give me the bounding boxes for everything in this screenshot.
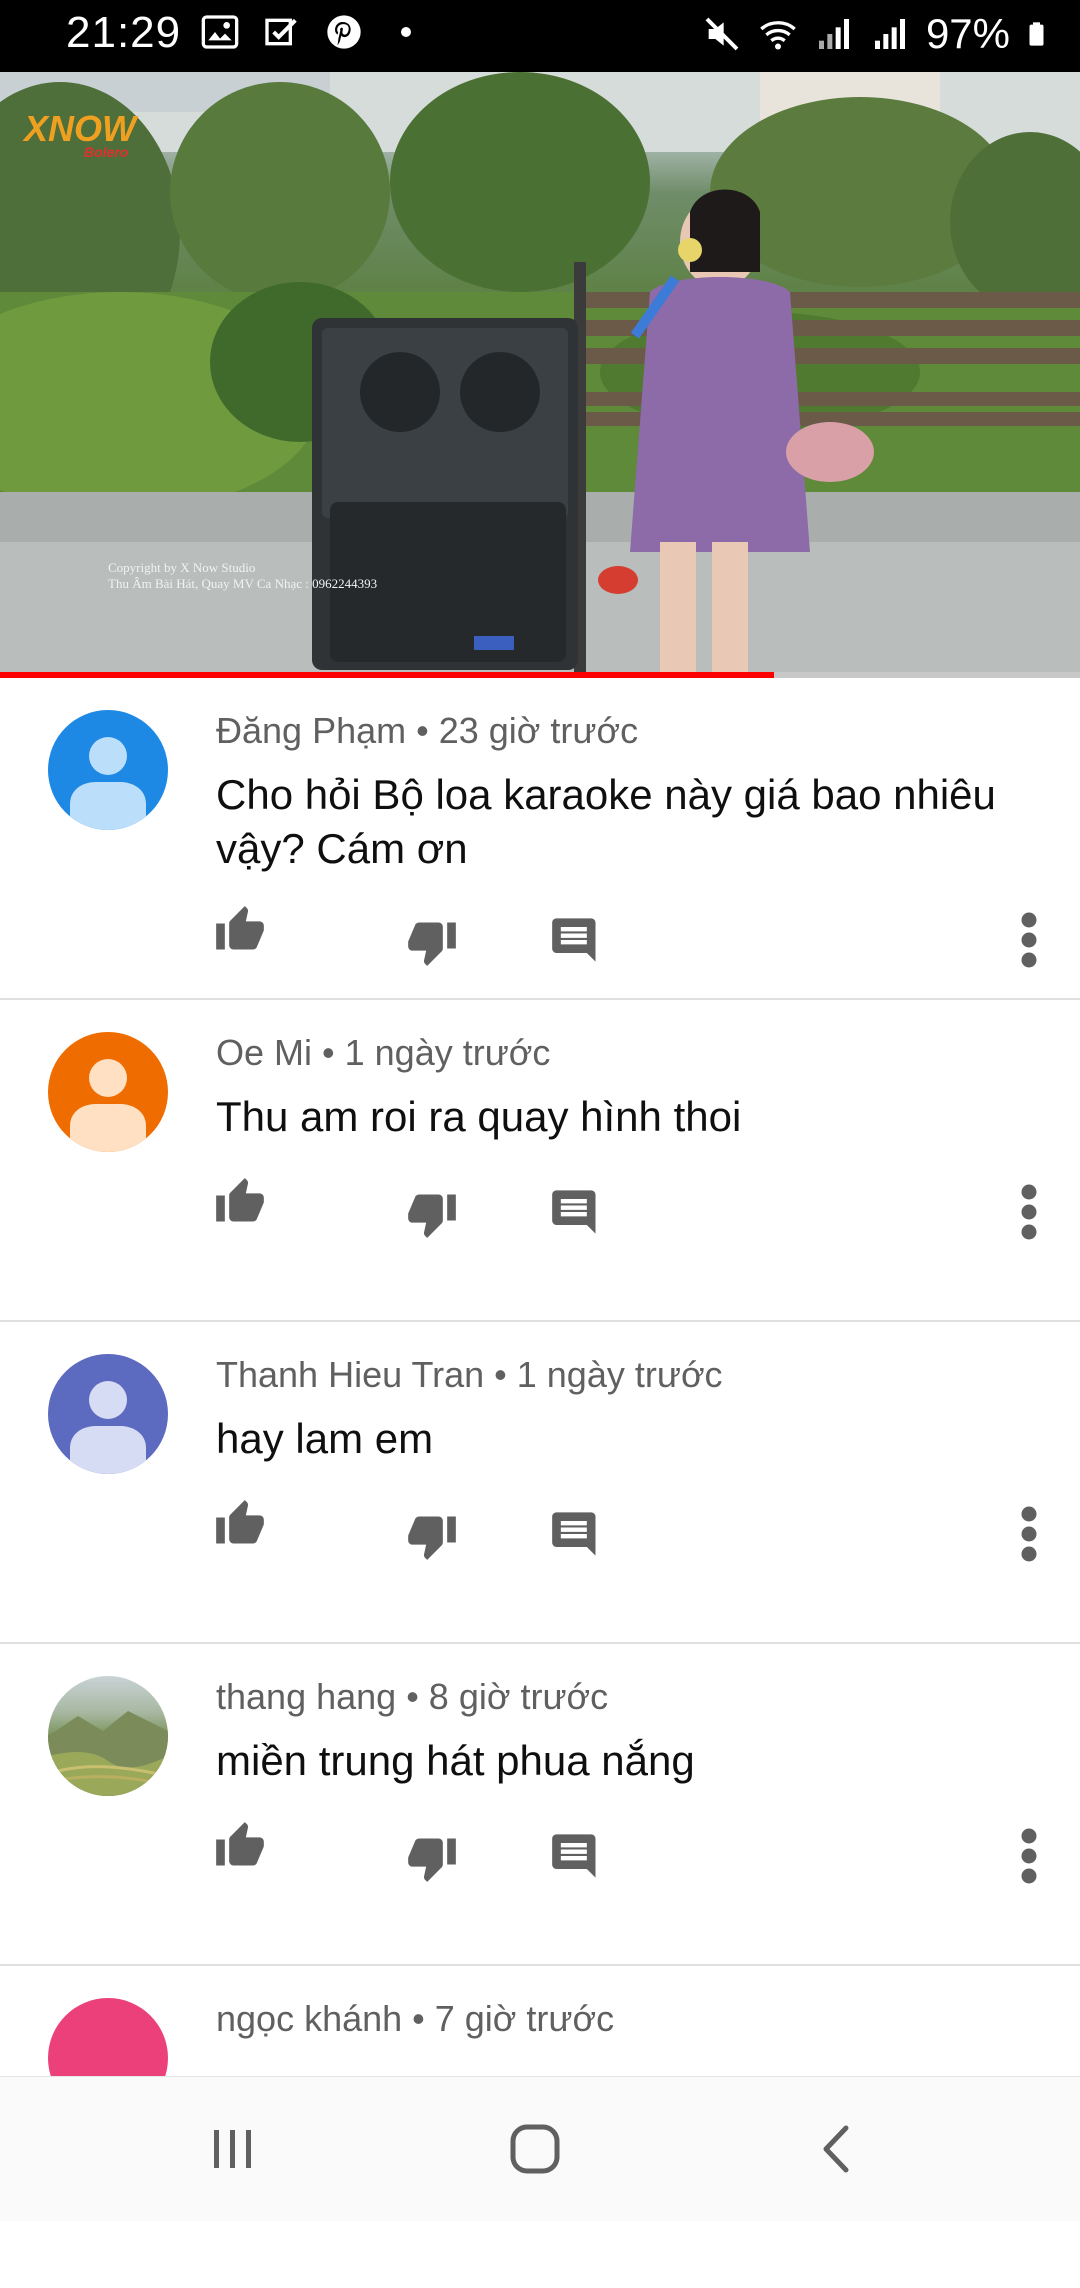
channel-logo-sub: Bolero [84, 144, 129, 160]
comment-text: hay lam em [216, 1415, 434, 1462]
status-bar: 21:29 97% [0, 0, 1080, 72]
dislike-button[interactable] [402, 912, 462, 972]
comment-meta: ngọc khánh • 7 giờ trước [216, 1998, 614, 2040]
thumb-down-icon [408, 1194, 456, 1238]
home-button[interactable] [500, 2117, 570, 2181]
person-icon [70, 1381, 146, 1474]
comment-time: 23 giờ trước [438, 710, 639, 751]
like-button[interactable] [210, 900, 270, 960]
battery-percent: 97% [925, 10, 1010, 57]
recents-icon [214, 2130, 251, 2168]
thumb-down-icon [408, 1516, 456, 1560]
comment-text: Thu am roi ra quay hình thoi [216, 1093, 742, 1140]
comment-actions [0, 1172, 1080, 1252]
more-options-icon[interactable] [1016, 1826, 1042, 1886]
comment-text: Cho hỏi Bộ loa karaoke này giá bao nhiêu… [216, 771, 996, 872]
comment-meta: Đăng Phạm • 23 giờ trước [216, 710, 638, 752]
system-nav-bar [0, 2076, 1080, 2221]
like-button[interactable] [210, 1172, 270, 1232]
image-icon [201, 15, 239, 49]
comment-item: Thanh Hieu Tran • 1 ngày trước hay lam e… [0, 1322, 1080, 1644]
like-button[interactable] [210, 1494, 270, 1554]
watermark-line-2: Thu Âm Bài Hát, Quay MV Ca Nhạc : 096224… [108, 576, 378, 591]
meta-separator: • [402, 1998, 435, 2039]
wifi-icon [760, 21, 796, 50]
like-button[interactable] [210, 1816, 270, 1876]
more-options-icon[interactable] [1016, 1182, 1042, 1242]
comment-actions [0, 1816, 1080, 1896]
tasks-icon [265, 18, 297, 46]
back-button[interactable] [802, 2117, 872, 2181]
status-time: 21:29 [66, 8, 182, 57]
thumb-up-icon [216, 1822, 264, 1866]
person-icon [70, 737, 146, 830]
channel-logo: XNOW Bolero [24, 108, 136, 160]
video-watermark: Copyright by X Now Studio Thu Âm Bài Hát… [108, 560, 377, 592]
comment-time: 1 ngày trước [344, 1032, 551, 1073]
comment-item: thang hang • 8 giờ trước miền trung hát … [0, 1644, 1080, 1966]
person-icon [70, 1059, 146, 1152]
channel-logo-text: XNOW [24, 108, 136, 149]
comment-item: Đăng Phạm • 23 giờ trước Cho hỏi Bộ loa … [0, 678, 1080, 1000]
thumb-up-icon [216, 906, 264, 950]
avatar[interactable] [48, 1032, 168, 1152]
landscape-photo [48, 1711, 168, 1796]
reply-button[interactable] [546, 1504, 606, 1564]
comment-author[interactable]: ngọc khánh [216, 1998, 402, 2039]
meta-separator: • [312, 1032, 345, 1073]
comment-text: miền trung hát phua nắng [216, 1737, 695, 1784]
signal-icon [818, 19, 849, 49]
avatar-photo[interactable] [48, 1676, 168, 1796]
comment-icon [552, 1834, 596, 1878]
reply-button[interactable] [546, 1826, 606, 1886]
thumb-up-icon [216, 1500, 264, 1544]
comment-author[interactable]: Oe Mi [216, 1032, 312, 1073]
meta-separator: • [396, 1676, 429, 1717]
comment-icon [552, 1190, 596, 1234]
comment-actions [0, 1494, 1080, 1574]
comment-actions [0, 900, 1080, 980]
comments-list: Đăng Phạm • 23 giờ trước Cho hỏi Bộ loa … [0, 678, 1080, 2288]
comment-meta: Thanh Hieu Tran • 1 ngày trước [216, 1354, 723, 1396]
thumb-up-icon [216, 1178, 264, 1222]
dislike-button[interactable] [402, 1828, 462, 1888]
meta-separator: • [406, 710, 439, 751]
reply-button[interactable] [546, 910, 606, 970]
comment-time: 7 giờ trước [434, 1998, 615, 2039]
more-options-icon[interactable] [1016, 1504, 1042, 1564]
comment-item: Oe Mi • 1 ngày trước Thu am roi ra quay … [0, 1000, 1080, 1322]
recents-button[interactable] [198, 2117, 268, 2181]
avatar[interactable] [48, 710, 168, 830]
status-right: 97% [702, 10, 1054, 58]
back-icon [823, 2125, 849, 2173]
notification-icons [200, 12, 426, 52]
signal-icon [874, 19, 905, 49]
more-options-icon[interactable] [1016, 910, 1042, 970]
dislike-button[interactable] [402, 1184, 462, 1244]
dislike-button[interactable] [402, 1506, 462, 1566]
video-player[interactable]: XNOW Bolero Copyright by X Now Studio Th… [0, 72, 1080, 676]
dot-icon [401, 27, 411, 37]
comment-icon [552, 918, 596, 962]
home-icon [510, 2124, 560, 2174]
mute-icon [705, 17, 739, 51]
thumb-down-icon [408, 922, 456, 966]
comment-author[interactable]: thang hang [216, 1676, 396, 1717]
reply-button[interactable] [546, 1182, 606, 1242]
pinterest-icon [327, 15, 361, 49]
thumb-down-icon [408, 1838, 456, 1882]
comment-time: 8 giờ trước [428, 1676, 609, 1717]
comment-meta: thang hang • 8 giờ trước [216, 1676, 608, 1718]
comment-author[interactable]: Đăng Phạm [216, 710, 406, 751]
comment-meta: Oe Mi • 1 ngày trước [216, 1032, 550, 1074]
watermark-line-1: Copyright by X Now Studio [108, 560, 256, 575]
meta-separator: • [484, 1354, 517, 1395]
battery-icon [1029, 22, 1044, 46]
comment-icon [552, 1512, 596, 1556]
comment-author[interactable]: Thanh Hieu Tran [216, 1354, 484, 1395]
avatar[interactable] [48, 1354, 168, 1474]
comment-time: 1 ngày trước [516, 1354, 723, 1395]
